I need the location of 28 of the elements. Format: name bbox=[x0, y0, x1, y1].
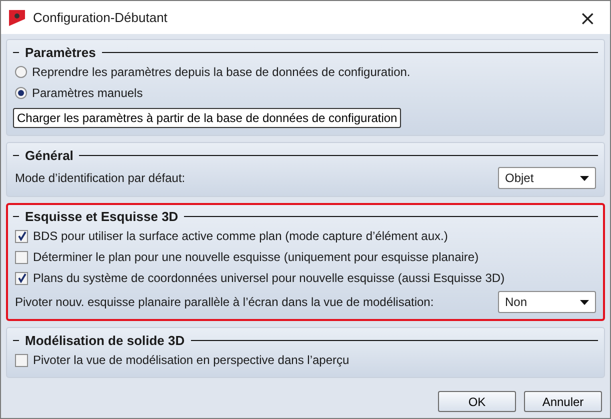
radio-label: Reprendre les paramètres depuis la base de données de configuration. bbox=[32, 65, 410, 79]
section-title: Modélisation de solide 3D bbox=[25, 333, 185, 348]
section-title: Esquisse et Esquisse 3D bbox=[25, 209, 178, 224]
caret-icon bbox=[580, 300, 589, 304]
checkbox-label: Déterminer le plan pour une nouvelle esquisse (uniquement pour esquisse planaire) bbox=[33, 250, 479, 264]
checkbox-label: Plans du système de coordonnées universel pour nouvelle esquisse (aussi Esquisse 3D) bbox=[33, 271, 505, 285]
window-title: Configuration-Débutant bbox=[33, 10, 168, 25]
caret-icon bbox=[580, 176, 589, 180]
close-button[interactable]: × bbox=[575, 8, 600, 28]
load-settings-button[interactable]: Charger les paramètres à partir de la base de données de configuration bbox=[13, 108, 402, 128]
dropdown[interactable]: Objet bbox=[498, 167, 596, 189]
cancel-button[interactable]: Annuler bbox=[524, 391, 602, 412]
checkbox[interactable] bbox=[15, 230, 28, 242]
radio-button[interactable] bbox=[15, 87, 27, 99]
checkbox[interactable] bbox=[15, 250, 28, 264]
field-label: Mode d’identification par défaut: bbox=[15, 171, 186, 185]
ok-button[interactable]: OK bbox=[438, 391, 516, 412]
radio-label: Paramètres manuels bbox=[32, 86, 143, 100]
checkbox-label: Pivoter la vue de modélisation en perspective dans l’aperçu bbox=[33, 353, 350, 367]
field-label: Pivoter nouv. esquisse planaire parallèle à l’écran dans la vue de modélisation: bbox=[15, 295, 434, 309]
section-title: Général bbox=[25, 148, 74, 163]
app-logo-icon bbox=[9, 10, 25, 26]
radio-button[interactable] bbox=[15, 66, 27, 78]
checkbox[interactable] bbox=[15, 354, 28, 366]
checkbox[interactable] bbox=[15, 272, 28, 284]
section-title: Paramètres bbox=[25, 45, 96, 60]
checkbox-label: BDS pour utiliser la surface active comme plan (mode capture d’élément aux.) bbox=[33, 229, 448, 243]
dropdown[interactable]: Non bbox=[498, 291, 596, 313]
